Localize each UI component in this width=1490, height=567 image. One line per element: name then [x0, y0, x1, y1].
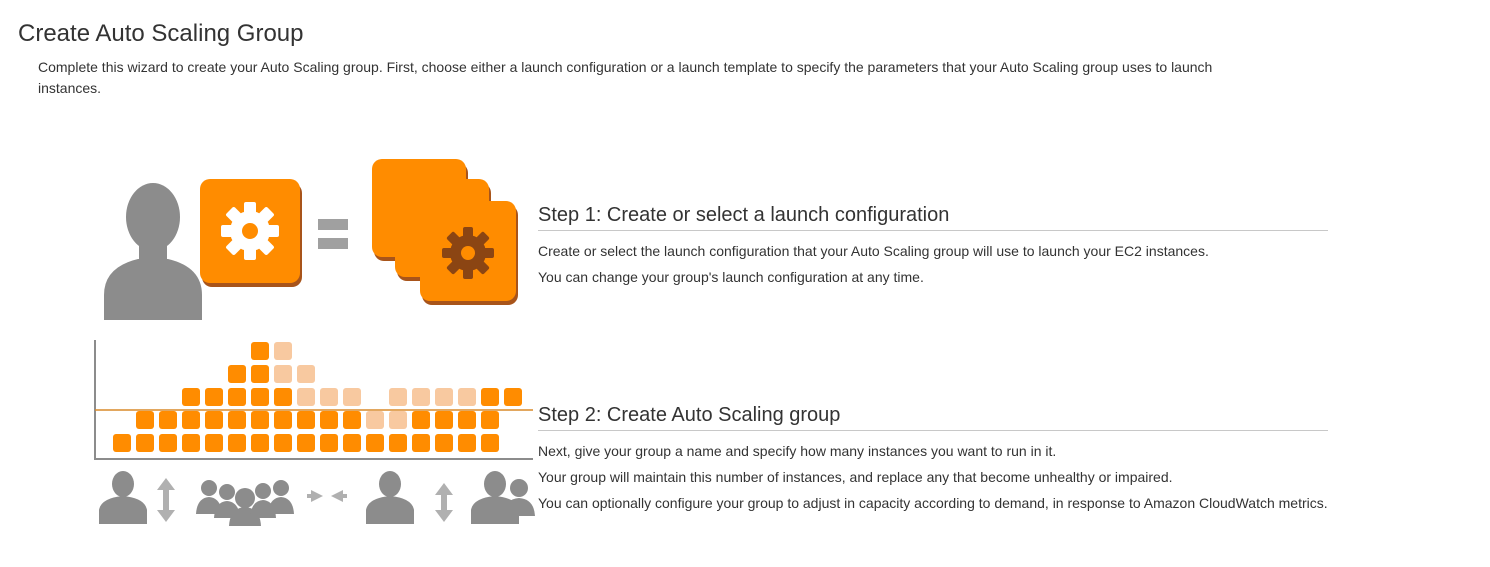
instance-block	[251, 434, 269, 452]
page-title: Create Auto Scaling Group	[18, 20, 304, 47]
instance-block	[412, 411, 430, 429]
instance-block	[458, 411, 476, 429]
step-1-line-2: You can change your group's launch confi…	[538, 269, 924, 285]
step-2-title: Step 2: Create Auto Scaling group	[538, 402, 1328, 431]
launch-configuration-illustration	[104, 159, 518, 320]
instance-block	[504, 388, 522, 406]
step-1-line-1: Create or select the launch configuratio…	[538, 243, 1209, 259]
instance-block	[435, 434, 453, 452]
instance-block	[228, 434, 246, 452]
instance-block	[412, 388, 430, 406]
instance-block	[389, 388, 407, 406]
person-icon	[104, 183, 202, 320]
instance-block	[481, 434, 499, 452]
instance-block	[274, 411, 292, 429]
instance-block	[251, 365, 269, 383]
instance-block	[343, 434, 361, 452]
instance-block	[251, 388, 269, 406]
gear-icon	[200, 179, 302, 287]
instance-block	[481, 411, 499, 429]
intro-text: Complete this wizard to create your Auto…	[38, 59, 1213, 96]
instance-block	[113, 434, 131, 452]
instance-block	[159, 434, 177, 452]
step-2-line-2: Your group will maintain this number of …	[538, 469, 1173, 485]
instance-block	[297, 365, 315, 383]
instance-block	[205, 411, 223, 429]
person-icon	[366, 471, 414, 524]
step-2-section: Step 2: Create Auto Scaling group Next, …	[538, 402, 1328, 516]
instance-block	[182, 388, 200, 406]
instance-block	[205, 434, 223, 452]
instance-block	[228, 388, 246, 406]
equals-icon	[318, 219, 348, 249]
step-2-line-3: You can optionally configure your group …	[538, 495, 1328, 511]
instance-block	[412, 434, 430, 452]
instance-block	[251, 411, 269, 429]
stacked-config-icon	[372, 159, 518, 305]
instance-block	[274, 434, 292, 452]
step-1-title: Step 1: Create or select a launch config…	[538, 202, 1328, 231]
instance-block	[136, 434, 154, 452]
instance-block	[159, 411, 177, 429]
instance-grid-icon	[94, 340, 533, 460]
converge-arrows-icon	[307, 490, 347, 502]
instance-block	[320, 388, 338, 406]
up-down-arrow-icon	[435, 483, 453, 522]
instance-block	[136, 411, 154, 429]
instance-block	[228, 411, 246, 429]
instance-block	[251, 342, 269, 360]
instance-block	[274, 365, 292, 383]
instance-block	[320, 434, 338, 452]
instance-block	[182, 411, 200, 429]
instance-block	[228, 365, 246, 383]
instance-block	[182, 434, 200, 452]
auto-scaling-group-illustration	[94, 340, 535, 526]
instance-block	[320, 411, 338, 429]
instance-block	[297, 411, 315, 429]
step-1-section: Step 1: Create or select a launch config…	[538, 202, 1328, 290]
instance-block	[343, 388, 361, 406]
instance-block	[274, 342, 292, 360]
instance-block	[343, 411, 361, 429]
instance-block	[435, 388, 453, 406]
instance-block	[366, 411, 384, 429]
instance-block	[274, 388, 292, 406]
instance-block	[389, 411, 407, 429]
group-icon	[196, 480, 294, 526]
step-2-line-1: Next, give your group a name and specify…	[538, 443, 1057, 459]
instance-block	[205, 388, 223, 406]
group-icon	[471, 471, 535, 524]
instance-block	[458, 434, 476, 452]
instance-block	[297, 388, 315, 406]
instance-block	[297, 434, 315, 452]
instance-block	[389, 434, 407, 452]
instance-block	[366, 434, 384, 452]
person-icon	[99, 471, 147, 524]
instance-block	[481, 388, 499, 406]
up-down-arrow-icon	[157, 478, 175, 522]
instance-block	[458, 388, 476, 406]
instance-block	[435, 411, 453, 429]
